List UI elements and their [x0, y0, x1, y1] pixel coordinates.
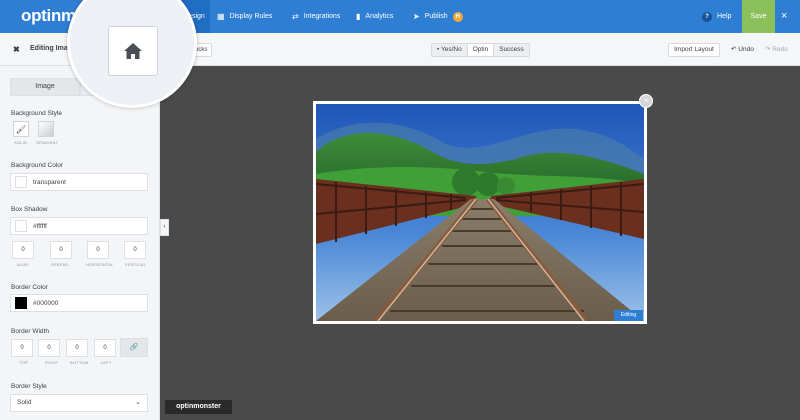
- chevron-down-icon: ⌄: [135, 399, 141, 406]
- background-color-field[interactable]: transparent: [10, 173, 148, 191]
- shadow-vertical-label: VERTICAL: [125, 262, 147, 267]
- shadow-blur-label: BLUR: [17, 262, 29, 267]
- shadow-spread-input[interactable]: 0: [50, 241, 72, 259]
- nav-publish[interactable]: ➤ Publish H: [413, 0, 463, 33]
- box-shadow-color-value: #ffffff: [33, 222, 47, 230]
- solid-label: SOLID: [14, 140, 28, 145]
- border-style-value: Solid: [17, 399, 32, 406]
- background-color-label: Background Color: [11, 162, 64, 169]
- border-color-label: Border Color: [11, 284, 48, 291]
- close-panel-icon[interactable]: ✖: [13, 45, 20, 54]
- box-shadow-swatch[interactable]: [15, 220, 27, 232]
- close-icon[interactable]: ×: [781, 11, 787, 22]
- nav-analytics[interactable]: ▮ Analytics: [356, 0, 393, 33]
- nav-analytics-label: Analytics: [365, 13, 394, 20]
- border-color-swatch[interactable]: [15, 297, 27, 309]
- border-left-input[interactable]: 0: [94, 339, 116, 357]
- border-width-label: Border Width: [11, 328, 49, 335]
- integrations-icon: ⇄: [292, 11, 299, 21]
- border-right-label: RIGHT: [45, 360, 59, 365]
- help-icon: ?: [702, 11, 712, 22]
- publish-badge: H: [452, 11, 463, 22]
- solid-style-option[interactable]: 🖌: [13, 121, 29, 137]
- background-style-label: Background Style: [11, 110, 62, 117]
- home-button[interactable]: [108, 26, 158, 76]
- help-link[interactable]: ? Help: [702, 0, 731, 33]
- shadow-blur-input[interactable]: 0: [12, 241, 34, 259]
- border-top-label: TOP: [19, 360, 28, 365]
- border-style-select[interactable]: Solid ⌄: [10, 394, 148, 412]
- optin-popup[interactable]: [313, 101, 647, 324]
- shadow-vertical-input[interactable]: 0: [124, 241, 146, 259]
- view-optin[interactable]: Optin: [466, 44, 495, 56]
- border-bottom-label: BOTTOM: [70, 360, 89, 365]
- gradient-style-option[interactable]: [38, 121, 54, 137]
- help-label: Help: [717, 13, 732, 20]
- background-color-swatch[interactable]: [15, 176, 27, 188]
- background-color-value: transparent: [33, 178, 66, 186]
- nav-display-rules-label: Display Rules: [229, 13, 273, 20]
- analytics-icon: ▮: [356, 11, 361, 21]
- save-button[interactable]: Save: [742, 0, 775, 33]
- nav-display-rules[interactable]: ▦ Display Rules: [217, 0, 272, 33]
- redo-label: Redo: [772, 46, 788, 53]
- link-borders-button[interactable]: 🔗: [120, 338, 148, 357]
- view-yes-no-label: Yes/No: [440, 46, 462, 53]
- border-right-input[interactable]: 0: [38, 339, 60, 357]
- link-icon: 🔗: [129, 344, 139, 351]
- gradient-label: GRADIENT: [36, 140, 59, 145]
- display-rules-icon: ▦: [217, 11, 225, 21]
- box-shadow-label: Box Shadow: [11, 206, 48, 213]
- border-color-value: #000000: [33, 299, 59, 307]
- shadow-horizontal-label: HORIZONTAL: [86, 262, 114, 267]
- border-bottom-input[interactable]: 0: [66, 339, 88, 357]
- brand-badge: optinmonster: [165, 400, 232, 414]
- app-logo[interactable]: optinm: [21, 6, 76, 26]
- view-success[interactable]: Success: [494, 44, 529, 56]
- border-top-input[interactable]: 0: [11, 339, 33, 357]
- home-icon: [124, 43, 142, 59]
- shadow-horizontal-input[interactable]: 0: [87, 241, 109, 259]
- undo-button[interactable]: ↶ Undo: [731, 45, 754, 53]
- paper-plane-icon: ➤: [413, 11, 420, 21]
- shadow-spread-label: SPREAD: [51, 262, 69, 267]
- view-switcher: • Yes/No Optin Success: [431, 43, 530, 57]
- nav-publish-label: Publish: [424, 13, 448, 20]
- nav-integrations-label: Integrations: [303, 13, 341, 20]
- paintbrush-icon: 🖌: [15, 124, 27, 134]
- redo-button[interactable]: ↷ Redo: [765, 45, 788, 53]
- nav-integrations[interactable]: ⇄ Integrations: [292, 0, 340, 33]
- railroad-bridge-image[interactable]: [316, 104, 644, 321]
- box-shadow-color-field[interactable]: #ffffff: [10, 217, 148, 235]
- border-style-label: Border Style: [11, 383, 47, 390]
- border-color-field[interactable]: #000000: [10, 294, 148, 312]
- editing-badge: Editing: [614, 310, 643, 321]
- tab-image[interactable]: Image: [10, 78, 80, 96]
- popup-close-icon[interactable]: ×: [639, 94, 653, 108]
- undo-label: Undo: [738, 46, 754, 53]
- collapse-sidebar-button[interactable]: ‹: [160, 219, 169, 236]
- border-left-label: LEFT: [101, 360, 112, 365]
- panel-title: Editing Imag: [30, 45, 72, 52]
- import-layout-button[interactable]: Import Layout: [668, 43, 720, 57]
- view-yes-no[interactable]: • Yes/No: [432, 44, 467, 56]
- chevron-left-icon: ‹: [163, 224, 166, 230]
